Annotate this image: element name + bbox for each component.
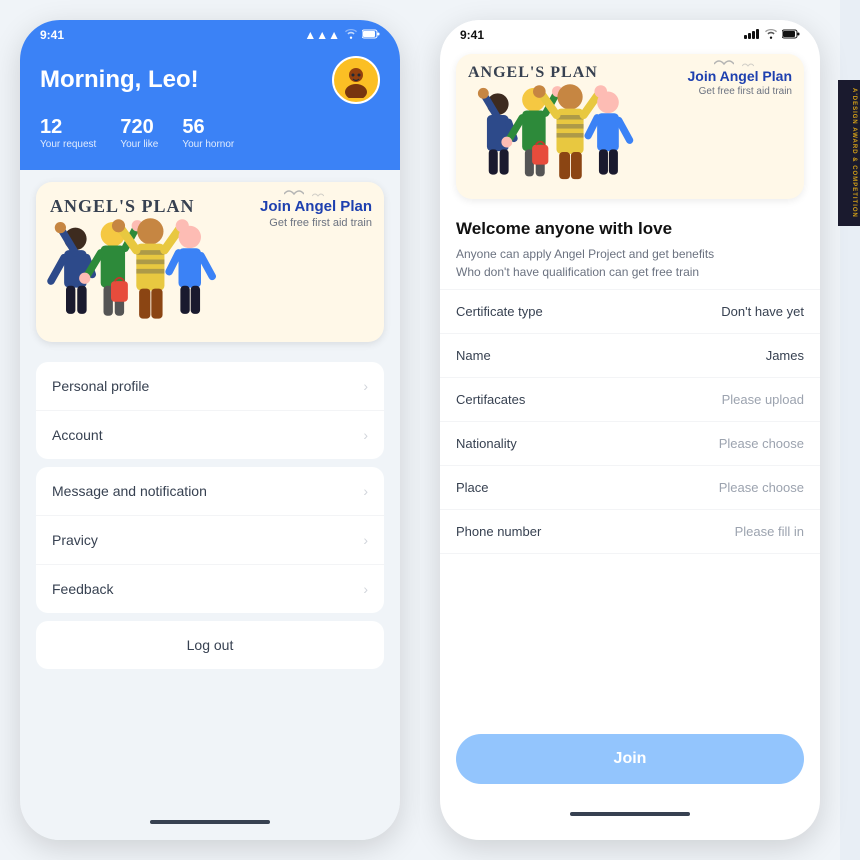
menu-label-message: Message and notification	[52, 483, 207, 499]
status-icons-right	[744, 28, 800, 42]
form-label-certificate: Certificate type	[456, 304, 543, 319]
welcome-line-1: Anyone can apply Angel Project and get b…	[456, 247, 714, 261]
home-indicator-right	[570, 812, 690, 816]
wifi-icon	[344, 28, 358, 42]
form-row-nationality[interactable]: Nationality Please choose	[440, 422, 820, 466]
form-value-certificates: Please upload	[722, 392, 804, 407]
form-value-nationality: Please choose	[719, 436, 804, 451]
form-section: Certificate type Don't have yet Name Jam…	[440, 289, 820, 554]
menu-label-privacy: Pravicy	[52, 532, 98, 548]
right-phone: 9:41	[420, 0, 840, 860]
chevron-right-icon-3: ›	[363, 483, 368, 499]
form-label-place: Place	[456, 480, 489, 495]
menu-item-personal-profile[interactable]: Personal profile ›	[36, 362, 384, 411]
angel-card-right[interactable]: ANGEL'S PLAN	[456, 54, 804, 199]
angel-join-title-left: Join Angel Plan	[260, 198, 372, 215]
menu-label-account: Account	[52, 427, 103, 443]
form-value-certificate: Don't have yet	[721, 304, 804, 319]
header-blue: Morning, Leo! 12 Your request	[20, 46, 400, 170]
stat-label-hornor: Your hornor	[182, 139, 234, 150]
time-left: 9:41	[40, 28, 64, 42]
chevron-right-icon-4: ›	[363, 532, 368, 548]
stats-row: 12 Your request 720 Your like 56 Your ho…	[40, 116, 380, 150]
status-icons-left: ▲▲▲	[304, 28, 380, 42]
form-value-place: Please choose	[719, 480, 804, 495]
form-label-phone: Phone number	[456, 524, 541, 539]
stat-hornor: 56 Your hornor	[182, 116, 234, 150]
logout-label: Log out	[187, 637, 234, 653]
left-phone: 9:41 ▲▲▲	[0, 0, 420, 860]
chevron-right-icon-5: ›	[363, 581, 368, 597]
header-top: Morning, Leo!	[40, 56, 380, 104]
people-illustration-right	[456, 59, 666, 199]
form-label-name: Name	[456, 348, 491, 363]
status-bar-left: 9:41 ▲▲▲	[20, 20, 400, 46]
join-button[interactable]: Join	[456, 734, 804, 784]
stat-number-hornor: 56	[182, 116, 234, 139]
welcome-title: Welcome anyone with love	[456, 219, 804, 239]
menu-section-1: Personal profile › Account ›	[36, 362, 384, 459]
form-label-certificates: Certifacates	[456, 392, 525, 407]
chevron-right-icon-2: ›	[363, 427, 368, 443]
angel-card-info-left: Join Angel Plan Get free first aid train	[260, 198, 372, 229]
menu-section-2: Message and notification › Pravicy › Fee…	[36, 467, 384, 613]
form-row-place[interactable]: Place Please choose	[440, 466, 820, 510]
angel-join-title-right: Join Angel Plan	[688, 68, 793, 84]
stat-number-like: 720	[120, 116, 158, 139]
form-row-phone[interactable]: Phone number Please fill in	[440, 510, 820, 554]
form-value-name: James	[766, 348, 804, 363]
angel-join-sub-left: Get free first aid train	[260, 217, 372, 229]
menu-label-personal: Personal profile	[52, 378, 149, 394]
award-badge: A'DESIGN AWARD & COMPETITION	[838, 80, 860, 226]
chevron-right-icon: ›	[363, 378, 368, 394]
angel-join-sub-right: Get free first aid train	[688, 86, 793, 97]
menu-item-message[interactable]: Message and notification ›	[36, 467, 384, 516]
angel-card-info-right: Join Angel Plan Get free first aid train	[688, 68, 793, 97]
form-value-phone: Please fill in	[735, 524, 804, 539]
stat-request: 12 Your request	[40, 116, 96, 150]
menu-label-feedback: Feedback	[52, 581, 113, 597]
form-label-nationality: Nationality	[456, 436, 517, 451]
stat-label-request: Your request	[40, 139, 96, 150]
greeting: Morning, Leo!	[40, 66, 199, 94]
time-right: 9:41	[460, 28, 484, 42]
right-phone-screen: 9:41	[440, 20, 820, 840]
avatar[interactable]	[332, 56, 380, 104]
battery-icon-right	[782, 28, 800, 42]
menu-item-privacy[interactable]: Pravicy ›	[36, 516, 384, 565]
welcome-text: Anyone can apply Angel Project and get b…	[456, 245, 804, 281]
menu-item-feedback[interactable]: Feedback ›	[36, 565, 384, 613]
signal-icon: ▲▲▲	[304, 28, 340, 42]
signal-icon-right	[744, 28, 760, 42]
wifi-icon-right	[764, 28, 778, 42]
stat-label-like: Your like	[120, 139, 158, 150]
welcome-section: Welcome anyone with love Anyone can appl…	[440, 207, 820, 289]
logout-section[interactable]: Log out	[36, 621, 384, 669]
left-phone-screen: 9:41 ▲▲▲	[20, 20, 400, 840]
status-bar-right: 9:41	[440, 20, 820, 46]
stat-like: 720 Your like	[120, 116, 158, 150]
stat-number-request: 12	[40, 116, 96, 139]
people-illustration-left	[36, 192, 246, 342]
form-row-name[interactable]: Name James	[440, 334, 820, 378]
form-row-certificate[interactable]: Certificate type Don't have yet	[440, 290, 820, 334]
welcome-line-2: Who don't have qualification can get fre…	[456, 265, 699, 279]
angel-card-left[interactable]: ANGEL'S PLAN	[36, 182, 384, 342]
battery-icon	[362, 28, 380, 42]
menu-scroll: Personal profile › Account › Message and…	[20, 354, 400, 804]
form-row-certificates[interactable]: Certifacates Please upload	[440, 378, 820, 422]
menu-item-account[interactable]: Account ›	[36, 411, 384, 459]
home-indicator-left	[150, 820, 270, 824]
